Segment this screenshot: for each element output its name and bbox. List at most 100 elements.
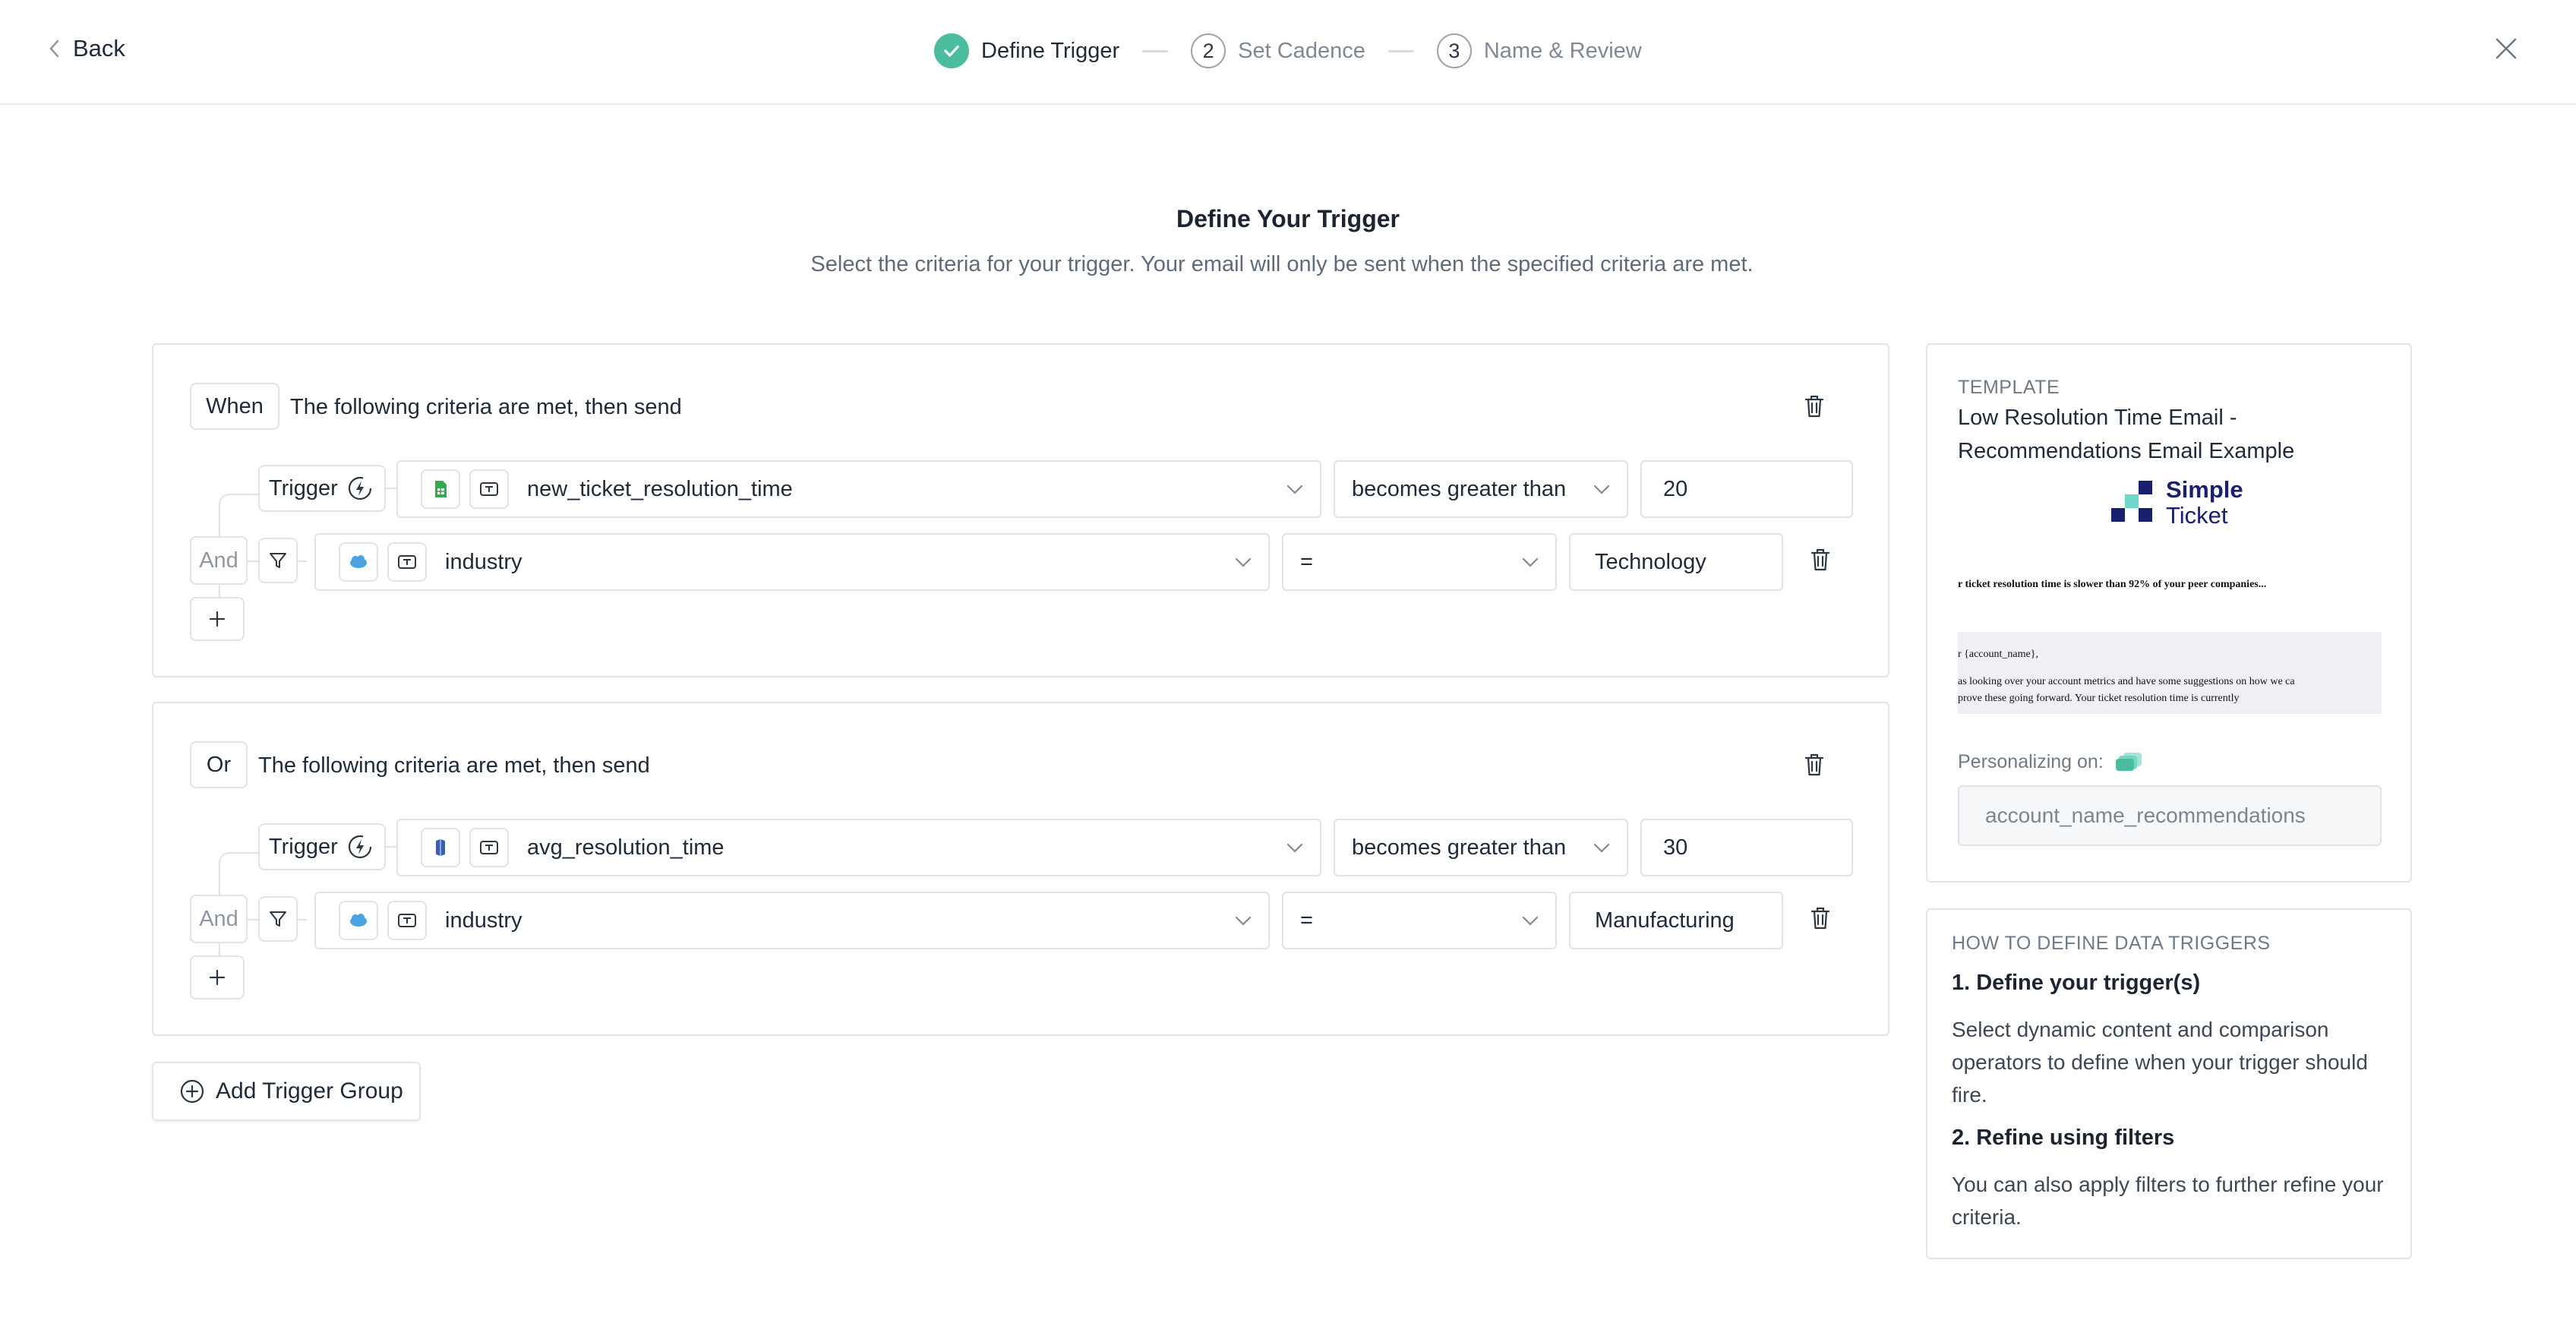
help-caption: HOW TO DEFINE DATA TRIGGERS bbox=[1952, 933, 2271, 954]
chevron-down-icon bbox=[1522, 557, 1539, 567]
preview-body-line: as looking over your account metrics and… bbox=[1958, 676, 2295, 687]
chevron-down-icon bbox=[1593, 843, 1610, 853]
top-bar: Back Define Trigger 2 Set Cadence 3 Name… bbox=[0, 0, 2576, 105]
template-panel: TEMPLATE Low Resolution Time Email - Rec… bbox=[1926, 343, 2412, 883]
filter-field-value: industry bbox=[445, 908, 522, 933]
trigger-field-value: avg_resolution_time bbox=[527, 835, 724, 860]
trigger-chip: Trigger bbox=[258, 823, 386, 870]
step-name-review[interactable]: 3 Name & Review bbox=[1436, 33, 1642, 68]
filter-field-select[interactable]: industry bbox=[314, 533, 1270, 591]
personalizing-input[interactable]: account_name_recommendations bbox=[1958, 785, 2382, 846]
group-connector-chip: Or bbox=[190, 741, 248, 788]
text-field-icon bbox=[469, 828, 509, 867]
trigger-chip: Trigger bbox=[258, 465, 386, 512]
plus-circle-icon bbox=[180, 1079, 204, 1104]
filter-icon bbox=[258, 538, 298, 583]
google-sheets-icon bbox=[421, 469, 460, 509]
plus-icon bbox=[209, 969, 226, 986]
close-icon[interactable] bbox=[2492, 35, 2520, 62]
cards-stack-icon bbox=[2115, 753, 2142, 771]
step-number: 3 bbox=[1436, 33, 1472, 68]
chevron-down-icon bbox=[1235, 916, 1252, 926]
trigger-field-value: new_ticket_resolution_time bbox=[527, 476, 793, 501]
add-filter-button[interactable] bbox=[190, 955, 245, 999]
email-preview-body: r {account_name}, as looking over your a… bbox=[1958, 632, 2382, 714]
text-field-icon bbox=[387, 901, 427, 940]
chevron-down-icon bbox=[1286, 485, 1303, 494]
add-trigger-group-label: Add Trigger Group bbox=[216, 1078, 403, 1104]
trigger-value-input[interactable]: 30 bbox=[1640, 819, 1853, 876]
trigger-label: Trigger bbox=[269, 834, 338, 859]
chevron-down-icon bbox=[1286, 843, 1303, 853]
chevron-down-icon bbox=[1522, 916, 1539, 926]
group-description: The following criteria are met, then sen… bbox=[258, 753, 650, 778]
preview-body-line: prove these going forward. Your ticket r… bbox=[1958, 693, 2240, 704]
add-trigger-group-button[interactable]: Add Trigger Group bbox=[152, 1062, 421, 1121]
group-connector-chip: When bbox=[190, 383, 279, 430]
trash-icon[interactable] bbox=[1809, 905, 1832, 931]
trash-icon[interactable] bbox=[1803, 752, 1826, 778]
tree-connector bbox=[296, 560, 307, 562]
help-step2-body: You can also apply filters to further re… bbox=[1952, 1173, 2384, 1229]
preview-headline: r ticket resolution time is slower than … bbox=[1958, 579, 2267, 590]
filter-icon bbox=[258, 896, 298, 942]
tree-connector bbox=[296, 919, 307, 920]
preview-greeting: r {account_name}, bbox=[1958, 649, 2038, 660]
chevron-down-icon bbox=[1235, 557, 1252, 567]
filter-value-input[interactable]: Technology bbox=[1569, 533, 1783, 591]
filter-value-input[interactable]: Manufacturing bbox=[1569, 892, 1783, 949]
filter-connector-chip: And bbox=[190, 895, 248, 943]
chevron-down-icon bbox=[1593, 485, 1610, 494]
filter-field-value: industry bbox=[445, 549, 522, 574]
add-filter-button[interactable] bbox=[190, 597, 245, 641]
stepper: Define Trigger 2 Set Cadence 3 Name & Re… bbox=[934, 32, 1642, 70]
filter-operator-value: = bbox=[1300, 908, 1313, 933]
back-label: Back bbox=[73, 35, 125, 62]
database-icon bbox=[421, 828, 460, 867]
lightning-refresh-icon bbox=[348, 476, 371, 500]
filter-operator-select[interactable]: = bbox=[1282, 892, 1557, 949]
filter-connector-chip: And bbox=[190, 536, 248, 585]
trigger-operator-select[interactable]: becomes greater than bbox=[1334, 460, 1628, 518]
step-set-cadence[interactable]: 2 Set Cadence bbox=[1191, 33, 1365, 68]
personalizing-row: Personalizing on: bbox=[1958, 750, 2145, 773]
template-name[interactable]: Low Resolution Time Email - Recommendati… bbox=[1958, 401, 2383, 468]
step-label: Name & Review bbox=[1483, 38, 1642, 63]
text-field-icon bbox=[469, 469, 509, 509]
step-define-trigger[interactable]: Define Trigger bbox=[934, 33, 1119, 68]
trigger-operator-value: becomes greater than bbox=[1352, 476, 1567, 501]
logo-line-2: Ticket bbox=[2166, 502, 2228, 529]
back-button[interactable]: Back bbox=[47, 35, 125, 62]
template-caption: TEMPLATE bbox=[1958, 377, 2060, 398]
salesforce-icon bbox=[339, 542, 378, 582]
text-field-icon bbox=[387, 542, 427, 582]
filter-operator-value: = bbox=[1300, 549, 1313, 574]
group-description: The following criteria are met, then sen… bbox=[290, 395, 682, 419]
help-step2-title: 2. Refine using filters bbox=[1952, 1126, 2175, 1150]
check-icon bbox=[934, 33, 969, 68]
step-divider bbox=[1387, 49, 1414, 52]
trigger-label: Trigger bbox=[269, 475, 338, 500]
chevron-left-icon bbox=[49, 39, 59, 58]
plus-icon bbox=[209, 611, 226, 627]
filter-field-select[interactable]: industry bbox=[314, 892, 1270, 949]
trash-icon[interactable] bbox=[1809, 547, 1832, 573]
trash-icon[interactable] bbox=[1803, 393, 1826, 419]
step-divider bbox=[1142, 49, 1169, 52]
help-step1-title: 1. Define your trigger(s) bbox=[1952, 971, 2201, 995]
trigger-group-2: Or The following criteria are met, then … bbox=[152, 702, 1889, 1036]
trigger-value-input[interactable]: 20 bbox=[1640, 460, 1853, 518]
lightning-refresh-icon bbox=[348, 835, 371, 859]
trigger-field-select[interactable]: new_ticket_resolution_time bbox=[396, 460, 1321, 518]
trigger-operator-select[interactable]: becomes greater than bbox=[1334, 819, 1628, 876]
logo-line-1: Simple bbox=[2166, 476, 2243, 503]
page-title: Define Your Trigger bbox=[1176, 205, 1400, 232]
salesforce-icon bbox=[339, 901, 378, 940]
trigger-group-1: When The following criteria are met, the… bbox=[152, 343, 1889, 677]
help-panel: HOW TO DEFINE DATA TRIGGERS 1. Define yo… bbox=[1926, 908, 2412, 1259]
trigger-field-select[interactable]: avg_resolution_time bbox=[396, 819, 1321, 876]
brand-logo: Simple Ticket bbox=[2110, 477, 2243, 529]
personalizing-label: Personalizing on: bbox=[1958, 750, 2104, 772]
simple-ticket-logo-icon bbox=[2111, 481, 2152, 522]
filter-operator-select[interactable]: = bbox=[1282, 533, 1557, 591]
